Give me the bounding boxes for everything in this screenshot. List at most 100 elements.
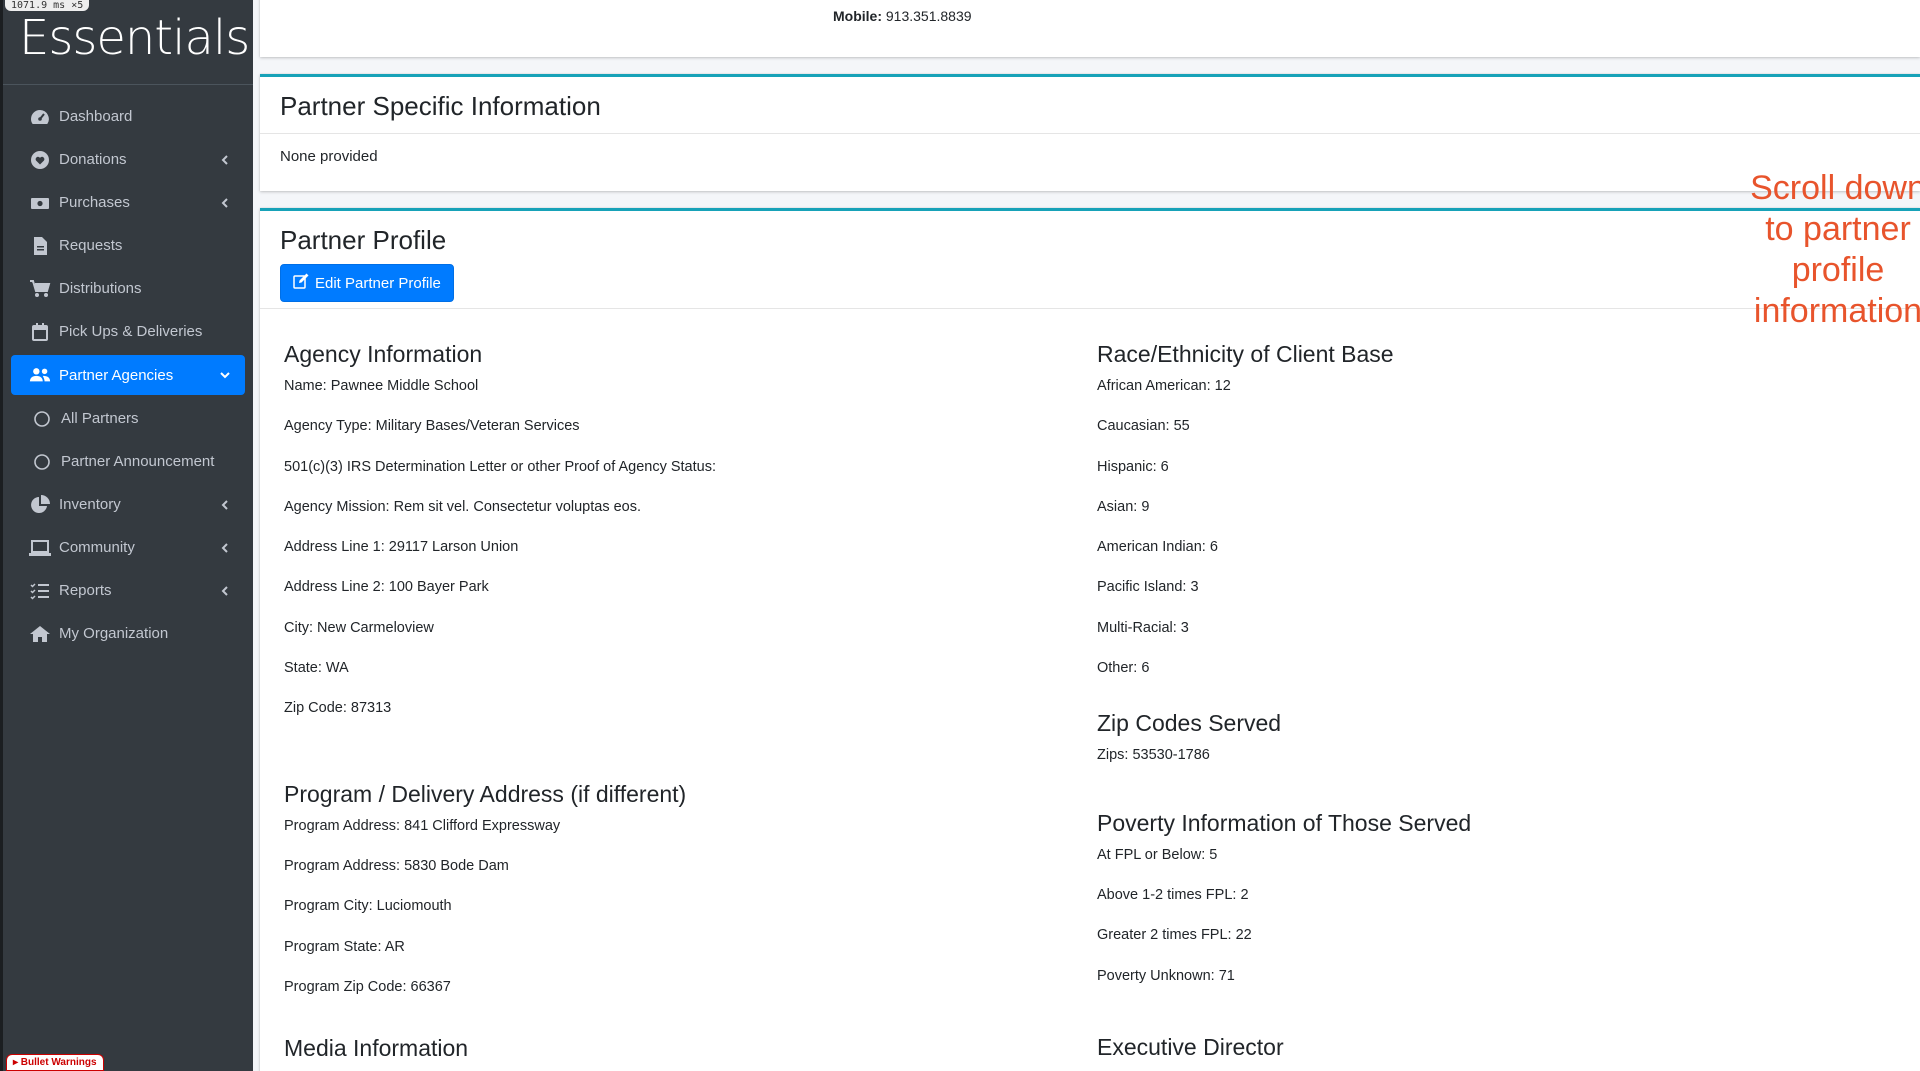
tachometer-icon xyxy=(29,106,51,128)
agency-field: 501(c)(3) IRS Determination Letter or ot… xyxy=(284,458,716,475)
sidebar-item-partner-agencies[interactable]: Partner Agencies xyxy=(11,355,245,395)
partner-specific-header: Partner Specific Information xyxy=(260,77,1920,134)
sidebar-item-label: Pick Ups & Deliveries xyxy=(59,323,203,340)
contact-card: Mobile: 913.351.8839 xyxy=(260,0,1920,57)
sidebar-item-inventory[interactable]: Inventory xyxy=(11,483,245,526)
chevron-left-icon xyxy=(221,585,228,596)
sidebar-nav: Dashboard Donations Purchases Requests D… xyxy=(3,85,253,655)
sidebar-item-purchases[interactable]: Purchases xyxy=(11,181,245,224)
right-column: Race/Ethnicity of Client Base African Am… xyxy=(1097,341,1877,1071)
sidebar-item-label: Community xyxy=(59,539,135,556)
agency-field: Zip Code: 87313 xyxy=(284,700,392,717)
mobile-line: Mobile: 913.351.8839 xyxy=(833,8,972,24)
poverty-field: Poverty Unknown: 71 xyxy=(1097,967,1235,984)
chevron-left-icon xyxy=(221,154,228,165)
race-field: African American: 12 xyxy=(1097,378,1231,394)
sidebar-item-label: Dashboard xyxy=(59,108,133,125)
chevron-left-icon xyxy=(221,499,228,510)
partner-specific-title: Partner Specific Information xyxy=(280,91,601,121)
zip-field: Zips: 53530-1786 xyxy=(1097,747,1210,764)
poverty-field: Greater 2 times FPL: 22 xyxy=(1097,927,1252,944)
sidebar-item-reports[interactable]: Reports xyxy=(11,569,245,612)
program-address-title: Program / Delivery Address (if different… xyxy=(284,780,687,807)
race-field: Multi-Racial: 3 xyxy=(1097,619,1189,636)
annotation-line: Scroll down xyxy=(1750,169,1920,207)
sidebar-item-label: Inventory xyxy=(59,496,121,513)
heart-icon xyxy=(29,149,51,171)
program-field: Program Address: 841 Clifford Expressway xyxy=(284,817,561,834)
sidebar-item-label: All Partners xyxy=(61,410,139,427)
sidebar-item-label: My Organization xyxy=(59,625,169,642)
partner-profile-card: Partner Profile Edit Partner Profile Age… xyxy=(260,208,1920,1071)
main-content: Mobile: 913.351.8839 Partner Specific In… xyxy=(253,0,1920,1071)
partner-profile-title: Partner Profile xyxy=(280,225,447,255)
program-field: Program City: Luciomouth xyxy=(284,898,452,915)
annotation-line: profile xyxy=(1791,251,1885,289)
agency-field: Agency Mission: Rem sit vel. Consectetur… xyxy=(284,498,642,515)
poverty-field: At FPL or Below: 5 xyxy=(1097,846,1218,863)
circle-icon xyxy=(31,451,53,473)
sidebar-item-label: Distributions xyxy=(59,280,142,297)
agency-field: Address Line 2: 100 Bayer Park xyxy=(284,579,489,596)
annotation-line: information xyxy=(1753,292,1920,330)
agency-field: State: WA xyxy=(284,660,349,677)
brand[interactable]: 1071.9 ms ×5 Essentials xyxy=(3,0,253,85)
scroll-annotation: Scroll down to partner profile informati… xyxy=(1748,168,1920,332)
sidebar-item-label: Requests xyxy=(59,237,123,254)
mobile-value: 913.351.8839 xyxy=(885,8,972,24)
sidebar-item-distributions[interactable]: Distributions xyxy=(11,267,245,310)
money-icon xyxy=(29,192,51,214)
program-field: Program State: AR xyxy=(284,938,405,955)
sidebar-item-pickups[interactable]: Pick Ups & Deliveries xyxy=(11,310,245,353)
sidebar-item-label: Donations xyxy=(59,151,127,168)
partner-profile-header: Partner Profile Edit Partner Profile xyxy=(260,211,1920,309)
edit-button-label: Edit Partner Profile xyxy=(315,274,441,292)
race-field: Pacific Island: 3 xyxy=(1097,579,1199,596)
race-field: Asian: 9 xyxy=(1097,498,1150,515)
race-field: American Indian: 6 xyxy=(1097,539,1218,556)
poverty-field: Above 1-2 times FPL: 2 xyxy=(1097,886,1249,903)
bullet-warnings-badge[interactable]: ▸ Bullet Warnings xyxy=(6,1054,104,1071)
race-field: Hispanic: 6 xyxy=(1097,458,1169,475)
sidebar-item-partner-announcement[interactable]: Partner Announcement xyxy=(11,440,245,483)
file-icon xyxy=(29,235,51,257)
sidebar-item-donations[interactable]: Donations xyxy=(11,138,245,181)
partner-specific-body: None provided xyxy=(280,148,378,165)
laptop-icon xyxy=(29,537,51,559)
pie-chart-icon xyxy=(29,494,51,516)
program-field: Program Zip Code: 66367 xyxy=(284,978,451,995)
program-field: Program Address: 5830 Bode Dam xyxy=(284,857,509,874)
sidebar-item-label: Partner Announcement xyxy=(61,453,215,470)
agency-information-title: Agency Information xyxy=(284,341,483,367)
perf-badge[interactable]: 1071.9 ms ×5 xyxy=(5,0,90,11)
chevron-left-icon xyxy=(221,542,228,553)
executive-director-title: Executive Director xyxy=(1097,1033,1284,1060)
home-icon xyxy=(29,623,51,645)
media-information-title: Media Information xyxy=(284,1035,469,1062)
cart-icon xyxy=(29,278,51,300)
left-column: Agency Information Name: Pawnee Middle S… xyxy=(284,341,1064,1071)
race-ethnicity-title: Race/Ethnicity of Client Base xyxy=(1097,341,1394,367)
sidebar-item-all-partners[interactable]: All Partners xyxy=(11,397,245,440)
agency-field: City: New Carmeloview xyxy=(284,619,434,636)
chevron-left-icon xyxy=(221,197,228,208)
sidebar-item-requests[interactable]: Requests xyxy=(11,224,245,267)
sidebar-item-label: Purchases xyxy=(59,194,130,211)
sidebar-item-label: Reports xyxy=(59,582,112,599)
annotation-line: to partner xyxy=(1765,210,1911,248)
agency-field: Agency Type: Military Bases/Veteran Serv… xyxy=(284,418,580,435)
edit-partner-profile-button[interactable]: Edit Partner Profile xyxy=(280,264,454,302)
poverty-information-title: Poverty Information of Those Served xyxy=(1097,809,1472,836)
sidebar-item-community[interactable]: Community xyxy=(11,526,245,569)
edit-icon xyxy=(293,273,310,293)
circle-icon xyxy=(31,408,53,430)
sidebar-item-dashboard[interactable]: Dashboard xyxy=(11,95,245,138)
sidebar-item-my-organization[interactable]: My Organization xyxy=(11,612,245,655)
race-field: Caucasian: 55 xyxy=(1097,418,1190,435)
brand-logo[interactable]: Essentials xyxy=(19,10,253,66)
list-icon xyxy=(29,580,51,602)
sidebar: 1071.9 ms ×5 Essentials Dashboard Donati… xyxy=(0,0,253,1071)
race-field: Other: 6 xyxy=(1097,660,1150,677)
zip-codes-served-title: Zip Codes Served xyxy=(1097,710,1282,737)
partner-specific-card: Partner Specific Information None provid… xyxy=(260,74,1920,191)
